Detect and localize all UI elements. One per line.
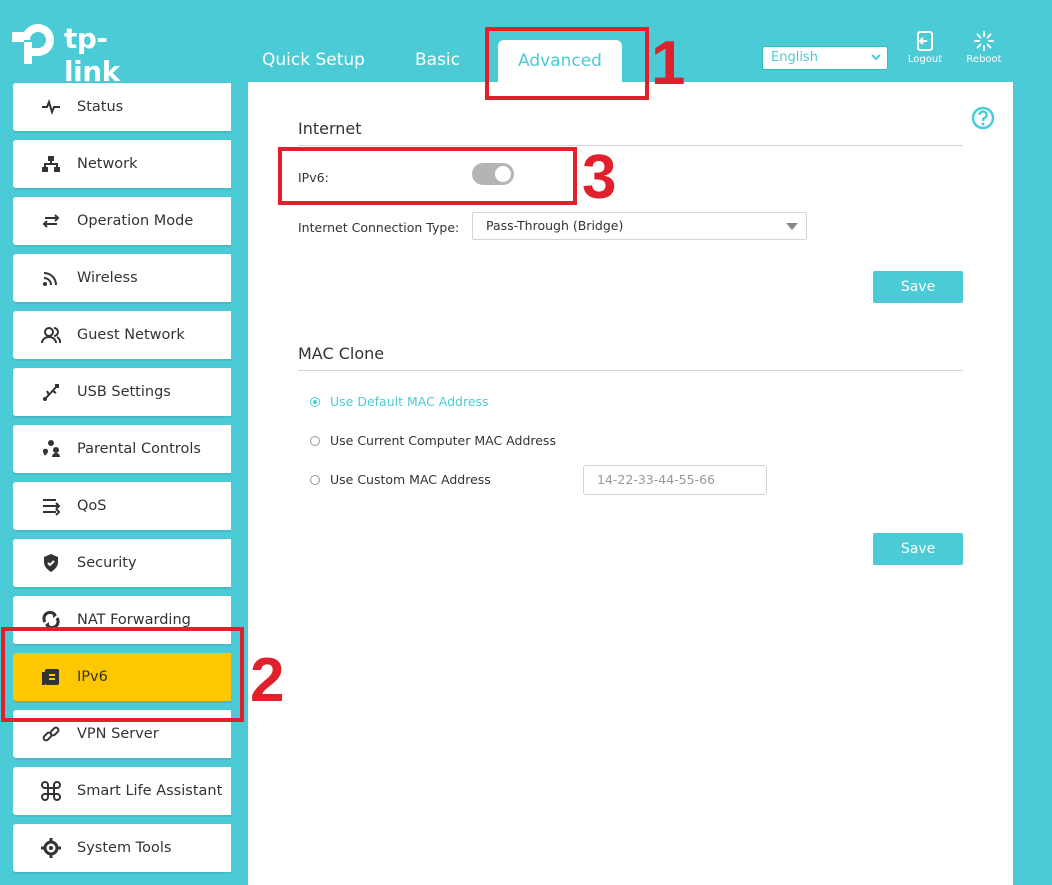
internet-save-button[interactable]: Save [873, 271, 963, 303]
sidebar-item-label: QoS [77, 498, 107, 514]
sidebar-item-guest-network[interactable]: Guest Network [13, 311, 231, 359]
sidebar-item-label: Security [77, 555, 137, 571]
toggle-knob [495, 166, 511, 182]
connection-type-value: Pass-Through (Bridge) [486, 218, 624, 233]
custom-mac-input[interactable]: 14-22-33-44-55-66 [583, 465, 767, 495]
usb-icon [43, 384, 59, 401]
sidebar-item-label: USB Settings [77, 384, 171, 400]
nat-icon [42, 610, 60, 630]
sidebar-item-operation-mode[interactable]: Operation Mode [13, 197, 231, 245]
sidebar-item-label: NAT Forwarding [77, 612, 191, 628]
sidebar-item-label: IPv6 [77, 669, 108, 685]
custom-mac-placeholder: 14-22-33-44-55-66 [597, 472, 715, 487]
sidebar-item-status[interactable]: Status [13, 83, 231, 131]
ipv6-toggle[interactable] [472, 163, 514, 185]
dropdown-arrow-icon [786, 223, 798, 230]
radio-default-mac[interactable] [310, 397, 320, 407]
sidebar-item-usb-settings[interactable]: USB Settings [13, 368, 231, 416]
sidebar-item-vpn-server[interactable]: VPN Server [13, 710, 231, 758]
sidebar-item-label: Network [77, 156, 138, 172]
ipv6-icon [42, 669, 59, 685]
internet-divider [298, 145, 963, 146]
guest-icon [41, 327, 61, 344]
sidebar-item-label: System Tools [77, 840, 172, 856]
sidebar-item-label: Parental Controls [77, 441, 201, 457]
sidebar-item-label: Guest Network [77, 327, 185, 343]
shield-icon [44, 554, 58, 572]
tab-basic[interactable]: Basic [415, 38, 460, 82]
annotation-number-2: 2 [250, 646, 285, 715]
sidebar-item-label: Smart Life Assistant [77, 783, 223, 799]
parental-icon [43, 440, 60, 457]
help-icon[interactable] [971, 106, 995, 130]
tab-quick-setup[interactable]: Quick Setup [262, 38, 365, 82]
gear-icon [41, 838, 61, 858]
annotation-number-1: 1 [651, 29, 686, 98]
pulse-icon [42, 98, 60, 116]
sidebar-item-label: Operation Mode [77, 213, 194, 229]
current-mac-label[interactable]: Use Current Computer MAC Address [330, 433, 556, 448]
connection-type-label: Internet Connection Type: [298, 220, 460, 235]
connection-type-select[interactable]: Pass-Through (Bridge) [472, 212, 807, 240]
sidebar-item-wireless[interactable]: Wireless [13, 254, 231, 302]
sidebar-item-qos[interactable]: QoS [13, 482, 231, 530]
logout-icon [917, 31, 933, 51]
brand-name: tp-link [64, 22, 120, 88]
tab-advanced[interactable]: Advanced [498, 40, 622, 82]
sidebar-item-ipv6[interactable]: IPv6 [13, 653, 231, 701]
sidebar-item-label: Status [77, 99, 124, 115]
mac-clone-divider [298, 370, 963, 371]
sidebar-item-nat-forwarding[interactable]: NAT Forwarding [13, 596, 231, 644]
sidebar-item-smart-life-assistant[interactable]: Smart Life Assistant [13, 767, 231, 815]
wifi-icon [43, 272, 57, 286]
chevron-down-icon [871, 54, 881, 61]
custom-mac-label[interactable]: Use Custom MAC Address [330, 472, 491, 487]
mac-clone-section-title: MAC Clone [298, 344, 385, 363]
sidebar-item-label: Wireless [77, 270, 138, 286]
reboot-button[interactable]: Reboot [959, 30, 1009, 65]
language-select[interactable]: English [762, 46, 888, 70]
mac-clone-save-button[interactable]: Save [873, 533, 963, 565]
network-icon [42, 156, 60, 172]
link-icon [42, 726, 60, 742]
command-icon [41, 781, 61, 801]
reboot-icon [974, 31, 994, 51]
annotation-number-3: 3 [582, 143, 617, 212]
sidebar-item-parental-controls[interactable]: Parental Controls [13, 425, 231, 473]
logout-button[interactable]: Logout [900, 30, 950, 65]
ipv6-label: IPv6: [298, 170, 329, 185]
sidebar-item-security[interactable]: Security [13, 539, 231, 587]
sidebar-item-label: VPN Server [77, 726, 159, 742]
tp-link-logo-icon [12, 24, 54, 64]
language-value: English [771, 50, 818, 65]
qos-icon [43, 499, 61, 516]
logout-label: Logout [907, 54, 943, 65]
tp-link-logo: tp-link [12, 20, 152, 88]
internet-section-title: Internet [298, 119, 362, 138]
sidebar-item-system-tools[interactable]: System Tools [13, 824, 231, 872]
radio-current-mac[interactable] [310, 436, 320, 446]
default-mac-label[interactable]: Use Default MAC Address [330, 394, 489, 409]
operation-mode-icon [42, 214, 60, 228]
radio-custom-mac[interactable] [310, 475, 320, 485]
sidebar-item-network[interactable]: Network [13, 140, 231, 188]
reboot-label: Reboot [966, 54, 1002, 65]
